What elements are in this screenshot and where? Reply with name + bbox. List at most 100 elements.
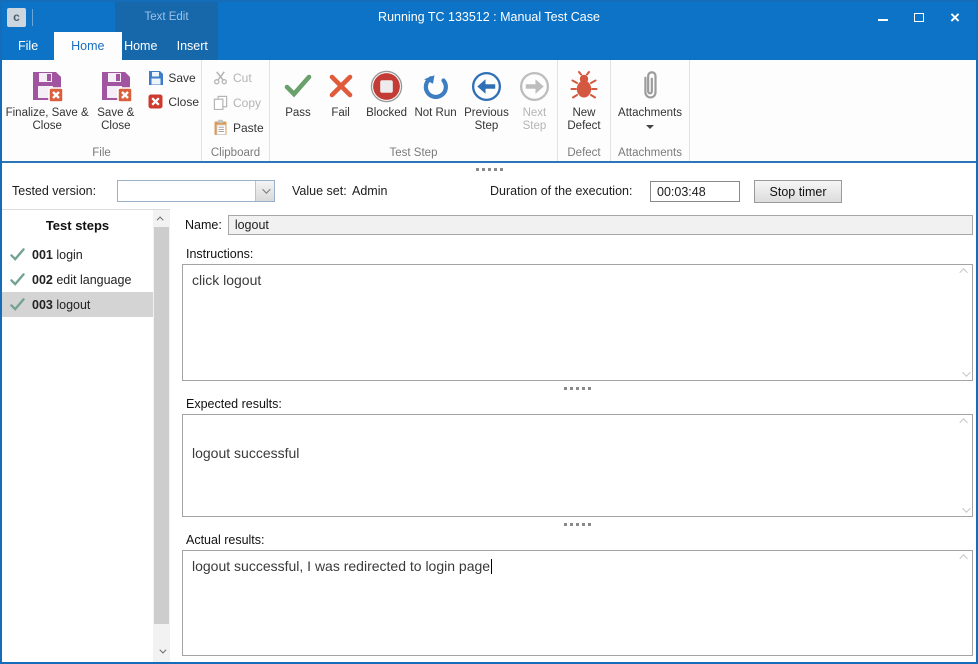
blocked-button[interactable]: Blocked [361,64,412,120]
copy-label: Copy [233,96,261,110]
steps-scrollbar[interactable] [153,210,170,662]
ribbon-group-file: Finalize, Save & Close Save & Clos [2,60,202,161]
restart-arrow-icon [421,68,450,104]
window-title: Running TC 133512 : Manual Test Case [2,2,976,32]
instructions-textarea[interactable]: click logout [182,264,973,381]
titlebar-separator [32,9,33,26]
actual-results-label: Actual results: [186,533,973,547]
name-input[interactable]: logout [228,215,973,235]
save-button[interactable]: Save [147,69,199,86]
actual-results-textarea[interactable]: logout successful, I was redirected to l… [182,550,973,656]
tab-contextual-insert[interactable]: Insert [167,32,219,60]
finalize-save-close-label: Finalize, Save & Close [4,107,90,133]
save-label: Save [168,71,195,85]
previous-step-label: Previous Step [459,107,514,133]
stop-circle-icon [370,68,403,104]
chevron-up-icon[interactable] [959,418,967,426]
red-x-icon [147,93,164,110]
attachments-label: Attachments [618,107,682,120]
test-step-item-003[interactable]: 003 logout [2,292,153,317]
scrollbar-thumb[interactable] [154,227,169,624]
splitter-handle-expected[interactable] [182,381,973,395]
floppy-x-icon [99,68,133,104]
step-detail-form: Name: logout Instructions: click logout … [170,209,976,662]
splitter-handle-actual[interactable] [182,517,973,531]
minimize-button[interactable] [868,5,898,29]
step-check-icon [10,248,25,261]
arrow-left-circle-icon [471,68,502,104]
save-close-label: Save & Close [90,107,141,133]
ribbon-tab-row: File Home [2,32,122,60]
text-caret [491,559,492,574]
step-name: login [56,248,82,262]
next-step-label: Next Step [514,107,555,133]
chevron-up-icon[interactable] [959,554,967,562]
fail-button[interactable]: Fail [320,64,361,120]
test-step-item-002[interactable]: 002 edit language [2,267,153,292]
close-button[interactable]: × [940,5,970,29]
tested-version-label: Tested version: [12,184,96,198]
tab-home[interactable]: Home [54,32,121,60]
ribbon: Finalize, Save & Close Save & Clos [2,60,976,163]
value-set-value: Admin [352,184,387,198]
new-defect-button[interactable]: New Defect [560,64,608,133]
combobox-dropdown-button[interactable] [255,181,274,201]
pass-button[interactable]: Pass [276,64,320,120]
step-check-icon [10,273,25,286]
horizontal-splitter-handle[interactable] [2,163,976,175]
maximize-button[interactable] [904,5,934,29]
name-label: Name: [182,218,222,232]
tab-file[interactable]: File [2,32,54,60]
ribbon-group-attachments: Attachments Attachments [611,60,690,161]
new-defect-label: New Defect [560,107,608,133]
attachments-button[interactable]: Attachments [613,64,687,129]
paste-button[interactable]: Paste [212,119,267,136]
ribbon-group-test-step: Pass Fail [270,60,558,161]
tested-version-value [118,181,255,201]
maximize-icon [914,13,924,22]
chevron-up-icon[interactable] [959,268,967,276]
not-run-button[interactable]: Not Run [412,64,459,120]
test-step-item-001[interactable]: 001 login [2,242,153,267]
copy-pages-icon [212,94,229,111]
finalize-save-close-button[interactable]: Finalize, Save & Close [4,64,90,133]
pass-label: Pass [285,107,311,120]
group-label-test-step: Test Step [270,147,557,159]
not-run-label: Not Run [414,107,456,120]
previous-step-button[interactable]: Previous Step [459,64,514,133]
blocked-label: Blocked [366,107,407,120]
chevron-down-icon [262,185,270,193]
test-steps-panel: Test steps 001 login 002 edit language [2,209,170,662]
stop-timer-button[interactable]: Stop timer [754,180,842,203]
bug-icon [569,68,599,104]
duration-input[interactable]: 00:03:48 [650,181,740,202]
group-label-attachments: Attachments [611,147,689,159]
close-icon: × [950,9,960,26]
group-label-defect: Defect [558,147,610,159]
step-number: 003 [32,298,53,312]
close-doc-button[interactable]: Close [147,93,199,110]
chevron-down-icon[interactable] [962,504,970,512]
step-name: logout [56,298,90,312]
step-name: edit language [56,273,131,287]
clipboard-paste-icon [212,119,229,136]
attachments-dropdown-icon[interactable] [646,125,654,129]
tested-version-combobox[interactable] [117,180,275,202]
step-check-icon [10,298,25,311]
floppy-x-icon [30,68,64,104]
save-floppy-icon [147,69,164,86]
copy-button: Copy [212,94,267,111]
scroll-up-button[interactable] [153,210,170,227]
instructions-label: Instructions: [186,247,973,261]
window-header: Text Edit Home Insert c Running TC 13351… [2,2,976,60]
arrow-right-circle-icon [519,68,550,104]
scissors-icon [212,69,229,86]
save-close-button[interactable]: Save & Close [90,64,141,133]
chevron-down-icon[interactable] [962,368,970,376]
scroll-down-button[interactable] [153,643,170,660]
expected-results-label: Expected results: [186,397,973,411]
step-number: 002 [32,273,53,287]
expected-results-textarea[interactable]: logout successful [182,414,973,517]
tab-contextual-home[interactable]: Home [115,32,167,60]
app-icon[interactable]: c [7,8,26,27]
